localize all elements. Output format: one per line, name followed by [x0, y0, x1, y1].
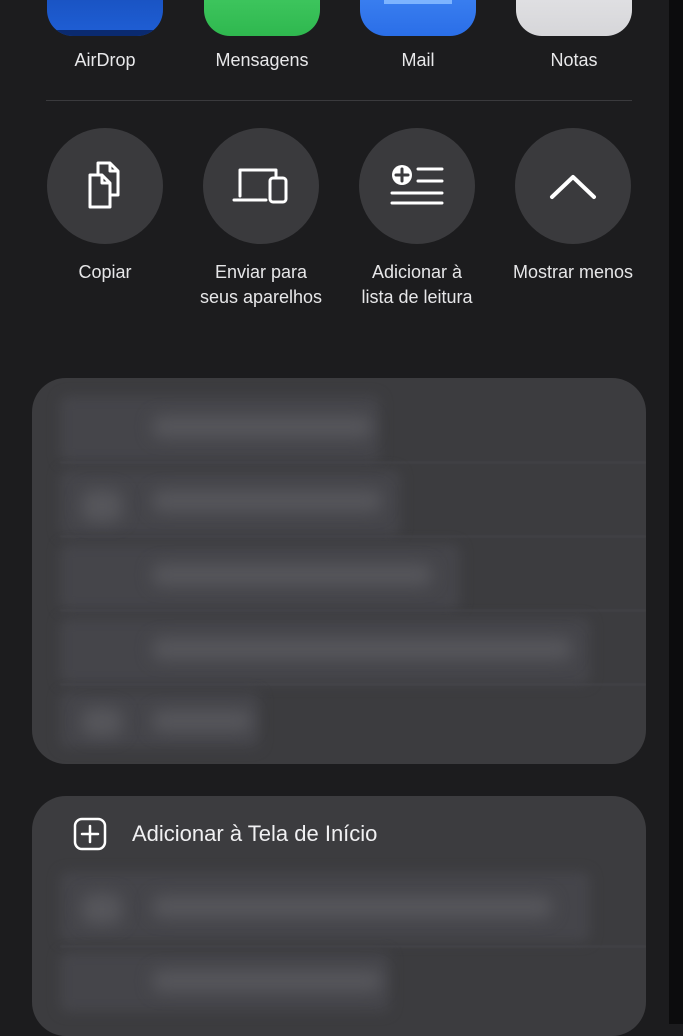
- add-to-home-screen-label: Adicionar à Tela de Início: [132, 821, 378, 846]
- blurred-row-text: [152, 970, 382, 992]
- messages-icon: [204, 0, 320, 36]
- blurred-row-text: [152, 564, 432, 586]
- copy-icon: [88, 161, 120, 209]
- add-reading-list-button[interactable]: Adicionar à lista de leitura: [337, 128, 497, 310]
- screen-edge: [669, 0, 683, 1024]
- row-separator: [60, 462, 646, 463]
- add-to-home-screen-button[interactable]: Adicionar à Tela de Início: [32, 796, 646, 872]
- action-circle: [203, 128, 319, 244]
- blurred-row-text: [152, 490, 382, 512]
- app-label: Notas: [550, 50, 598, 70]
- row-separator: [60, 684, 646, 685]
- devices-icon: [232, 168, 288, 204]
- app-label: AirDrop: [74, 50, 136, 70]
- chevron-up-icon: [550, 175, 596, 199]
- airdrop-icon: [47, 0, 163, 36]
- app-label: Mail: [401, 50, 435, 70]
- action-label: Enviar para seus aparelhos: [199, 262, 323, 307]
- blurred-actions-panel: [32, 378, 646, 764]
- divider: [46, 100, 632, 101]
- action-label: Mostrar menos: [512, 262, 634, 282]
- mail-icon: [360, 0, 476, 36]
- blurred-row-text: [152, 638, 572, 660]
- more-actions-panel: Adicionar à Tela de Início: [32, 796, 646, 1036]
- blurred-row-text: [152, 896, 552, 918]
- row-separator: [60, 946, 646, 947]
- action-label: Adicionar à lista de leitura: [361, 262, 473, 307]
- blurred-row-icon: [82, 708, 122, 736]
- add-square-icon: [72, 816, 108, 852]
- copy-button[interactable]: Copiar: [25, 128, 185, 285]
- action-label: Copiar: [78, 262, 132, 282]
- blurred-row-text: [152, 416, 372, 438]
- show-less-button[interactable]: Mostrar menos: [493, 128, 653, 285]
- row-separator: [60, 536, 646, 537]
- share-apps-row: AirDrop Mensagens Mail Notas: [0, 0, 683, 100]
- action-circle: [515, 128, 631, 244]
- reading-list-icon: [390, 165, 444, 205]
- action-circle: [47, 128, 163, 244]
- notes-icon: [516, 0, 632, 36]
- send-to-devices-button[interactable]: Enviar para seus aparelhos: [181, 128, 341, 310]
- blurred-row-icon: [82, 490, 122, 522]
- row-separator: [60, 610, 646, 611]
- action-circle: [359, 128, 475, 244]
- blurred-row-icon: [82, 894, 122, 924]
- blurred-row-text: [152, 710, 252, 732]
- app-label: Mensagens: [215, 50, 309, 70]
